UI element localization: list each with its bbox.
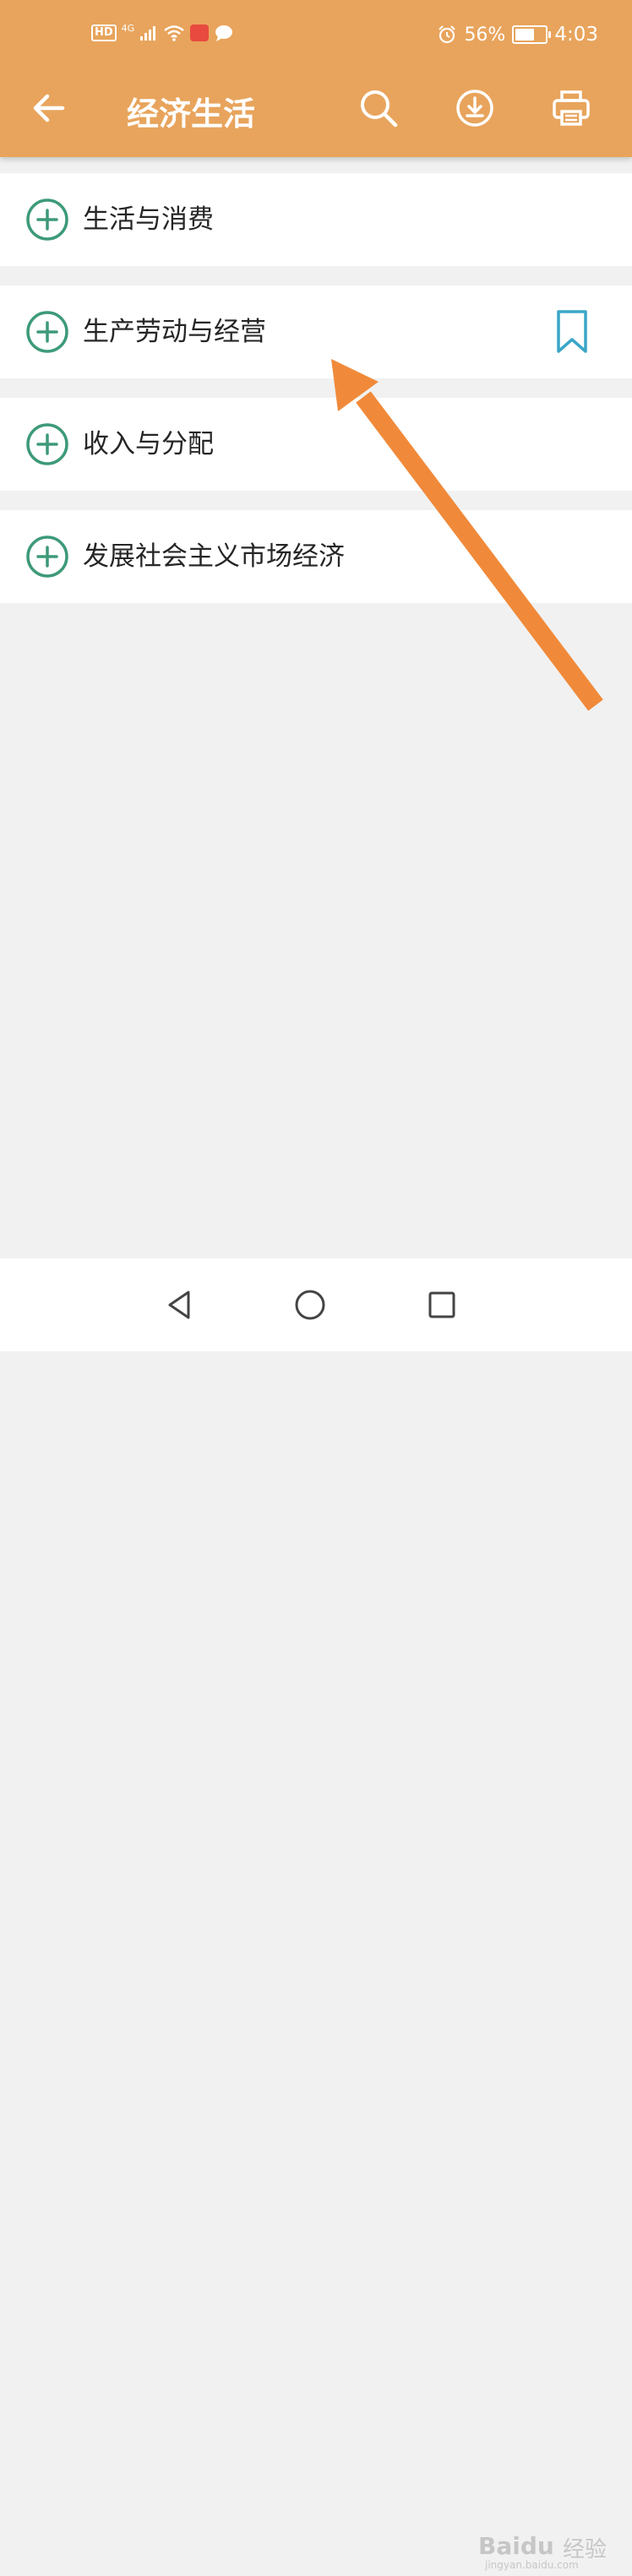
list-item[interactable]: 生产劳动与经营 — [0, 285, 632, 378]
printer-icon — [553, 90, 590, 126]
nav-back-button[interactable] — [150, 1275, 210, 1334]
back-button[interactable] — [25, 84, 73, 132]
print-button[interactable] — [548, 84, 595, 132]
signal-icon — [140, 26, 156, 41]
nav-home-button[interactable] — [281, 1275, 340, 1334]
search-icon — [361, 90, 398, 128]
battery-percent: 56% — [464, 24, 506, 46]
network-type: 4G — [121, 22, 135, 34]
download-button[interactable] — [451, 84, 499, 132]
search-button[interactable] — [355, 84, 402, 132]
baidu-jingyan-watermark: Baidu 经验 jingyan.baidu.com — [473, 2527, 625, 2576]
expand-plus-icon[interactable] — [25, 198, 69, 242]
page-title: 经济生活 — [127, 95, 256, 133]
book-app-icon — [190, 24, 210, 41]
list-item-label: 发展社会主义市场经济 — [83, 541, 345, 572]
list-item-label: 收入与分配 — [83, 429, 214, 459]
watermark-brand: Baidu — [478, 2532, 554, 2560]
triangle-back-icon — [168, 1291, 190, 1319]
list-item[interactable]: 收入与分配 — [0, 398, 632, 491]
expand-plus-icon[interactable] — [25, 535, 69, 579]
circle-home-icon — [295, 1290, 325, 1320]
clock-time: 4:03 — [554, 24, 598, 46]
download-icon — [456, 90, 493, 127]
alarm-icon — [439, 25, 456, 44]
list-item[interactable]: 发展社会主义市场经济 — [0, 510, 632, 603]
hd-icon: HD — [91, 24, 117, 41]
list-item-label: 生活与消费 — [83, 204, 214, 235]
status-bar: HD 4G 56% 4:03 — [0, 17, 632, 57]
list-item-label: 生产劳动与经营 — [83, 317, 266, 347]
list-item[interactable]: 生活与消费 — [0, 173, 632, 266]
wifi-icon — [164, 25, 184, 41]
expand-plus-icon[interactable] — [25, 310, 69, 354]
watermark-url: jingyan.baidu.com — [485, 2559, 579, 2571]
nav-recents-button[interactable] — [412, 1275, 471, 1334]
square-recents-icon — [428, 1291, 455, 1318]
bookmark-icon[interactable] — [554, 309, 590, 355]
expand-plus-icon[interactable] — [25, 422, 69, 466]
back-arrow-icon — [33, 94, 65, 122]
battery-icon — [512, 25, 552, 44]
system-nav-bar: Baidu 经验 jingyan.baidu.com — [0, 1258, 632, 2571]
app-bar: HD 4G 56% 4:03 经济生活 — [0, 0, 632, 157]
chat-icon — [215, 25, 233, 41]
